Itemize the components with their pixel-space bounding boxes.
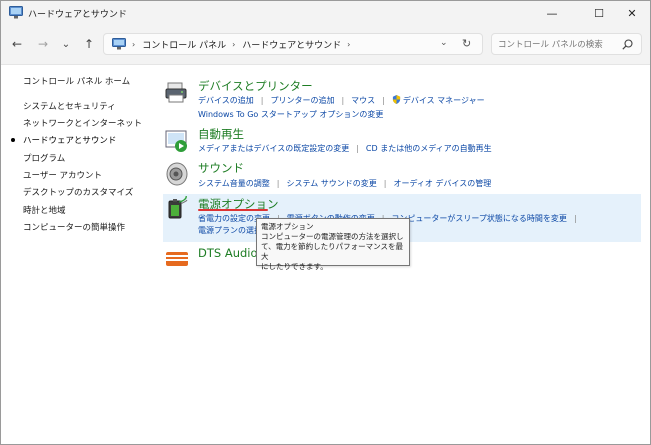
sidebar-item-hardware-sound[interactable]: ハードウェアとサウンド	[23, 134, 116, 146]
up-button[interactable]: ↑	[79, 34, 99, 54]
chevron-down-icon: ⌄	[61, 38, 71, 50]
current-page-bullet	[11, 138, 15, 142]
sidebar-item-programs[interactable]: プログラム	[23, 152, 65, 164]
devices-printers-title[interactable]: デバイスとプリンター	[198, 78, 313, 94]
title-bar: ハードウェアとサウンド — ☐ ✕	[1, 1, 650, 25]
windows-to-go-link[interactable]: Windows To Go スタートアップ オプションの変更	[198, 110, 383, 119]
tooltip-line: て、電力を節約したりパフォーマンスを最大	[261, 242, 403, 261]
sidebar-item-appearance[interactable]: デスクトップのカスタマイズ	[23, 186, 133, 198]
back-arrow-icon: ←	[11, 37, 23, 51]
mouse-link[interactable]: マウス	[351, 96, 375, 105]
manage-audio-devices-link[interactable]: オーディオ デバイスの管理	[393, 179, 491, 188]
category-sound: サウンド システム音量の調整 | システム サウンドの変更 | オーディオ デバイスの管…	[163, 160, 641, 190]
window-title: ハードウェアとサウンド	[28, 10, 127, 20]
sidebar-item-control-panel-home[interactable]: コントロール パネル ホーム	[23, 75, 130, 87]
category-autoplay: 自動再生 メディアまたはデバイスの既定設定の変更 | CD または他のメディアの自動…	[163, 125, 641, 155]
tooltip-line: にしたりできます。	[261, 262, 328, 271]
dts-audio-title[interactable]: DTS Audio	[198, 246, 258, 260]
control-panel-app-icon	[9, 6, 23, 19]
power-options-annotation-underline	[198, 209, 268, 211]
devices-printers-links: デバイスの追加 | プリンターの追加 | マウス | デバイス マネージャー	[198, 95, 485, 105]
breadcrumb-separator: ›	[132, 39, 136, 49]
autoplay-links: メディアまたはデバイスの既定設定の変更 | CD または他のメディアの自動再生	[198, 144, 492, 153]
power-options-links-row2: 電源プランの選択	[198, 225, 262, 236]
search-box[interactable]	[491, 33, 642, 55]
close-icon: ✕	[627, 6, 637, 20]
device-manager-link[interactable]: デバイス マネージャー	[403, 96, 485, 105]
back-button[interactable]: ←	[7, 34, 27, 54]
devices-printers-links-row2: Windows To Go スタートアップ オプションの変更	[198, 109, 383, 120]
power-battery-icon	[168, 196, 188, 219]
change-system-sounds-link[interactable]: システム サウンドの変更	[286, 179, 376, 188]
autoplay-title[interactable]: 自動再生	[198, 126, 244, 142]
sidebar-item-system-security[interactable]: システムとセキュリティ	[23, 100, 116, 112]
maximize-button[interactable]: ☐	[584, 1, 614, 25]
breadcrumb-separator[interactable]: ›	[347, 40, 350, 49]
control-panel-icon	[112, 38, 126, 50]
minimize-icon: —	[546, 6, 558, 20]
breadcrumb-hardware-and-sound[interactable]: ハードウェアとサウンド	[242, 38, 341, 51]
speaker-icon	[166, 162, 188, 186]
change-sleep-time-link[interactable]: コンピューターがスリープ状態になる時間を変更	[391, 214, 567, 223]
refresh-icon[interactable]: ↻	[462, 37, 471, 50]
maximize-icon: ☐	[594, 6, 604, 20]
sound-title[interactable]: サウンド	[198, 160, 244, 176]
dts-audio-icon	[166, 252, 188, 266]
recent-locations-button[interactable]: ⌄	[56, 34, 76, 54]
sidebar-item-ease-of-access[interactable]: コンピューターの簡単操作	[23, 221, 125, 233]
tooltip-line: 電源オプション	[261, 222, 314, 231]
close-button[interactable]: ✕	[617, 1, 647, 25]
navigation-bar: ← → ⌄ ↑ › コントロール パネル › ハードウェアとサウンド › ⌄ ↻	[1, 25, 650, 65]
minimize-button[interactable]: —	[537, 1, 567, 25]
add-device-link[interactable]: デバイスの追加	[198, 96, 254, 105]
breadcrumb-control-panel[interactable]: コントロール パネル	[142, 38, 226, 51]
address-dropdown-icon[interactable]: ⌄	[440, 38, 448, 48]
uac-shield-icon	[392, 95, 400, 104]
printer-icon	[165, 82, 187, 103]
autoplay-icon	[165, 130, 187, 152]
category-devices-printers: デバイスとプリンター デバイスの追加 | プリンターの追加 | マウス | デバイス マネー…	[163, 78, 641, 123]
forward-arrow-icon: →	[37, 37, 49, 51]
forward-button[interactable]: →	[33, 34, 53, 54]
breadcrumb-separator[interactable]: ›	[232, 40, 235, 49]
choose-power-plan-link[interactable]: 電源プランの選択	[198, 226, 262, 235]
sidebar-item-user-accounts[interactable]: ユーザー アカウント	[23, 169, 102, 181]
up-arrow-icon: ↑	[83, 37, 95, 51]
sound-links: システム音量の調整 | システム サウンドの変更 | オーディオ デバイスの管理	[198, 179, 492, 188]
tooltip-line: コンピューターの電源管理の方法を選択し	[261, 232, 404, 241]
play-cd-automatically-link[interactable]: CD または他のメディアの自動再生	[366, 144, 492, 153]
add-printer-link[interactable]: プリンターの追加	[270, 96, 334, 105]
search-icon[interactable]	[622, 39, 633, 50]
power-options-tooltip: 電源オプション コンピューターの電源管理の方法を選択し て、電力を節約したりパフ…	[256, 218, 410, 271]
search-input[interactable]	[498, 38, 616, 51]
control-panel-window: ハードウェアとサウンド — ☐ ✕ ← → ⌄ ↑ › コントロール パネル ›…	[0, 0, 651, 445]
address-bar[interactable]: › コントロール パネル › ハードウェアとサウンド › ⌄ ↻	[103, 33, 483, 55]
sidebar-item-network-internet[interactable]: ネットワークとインターネット	[23, 117, 142, 129]
sidebar-item-clock-region[interactable]: 時計と地域	[23, 204, 66, 216]
adjust-system-volume-link[interactable]: システム音量の調整	[198, 179, 270, 188]
change-default-media-link[interactable]: メディアまたはデバイスの既定設定の変更	[198, 144, 349, 153]
